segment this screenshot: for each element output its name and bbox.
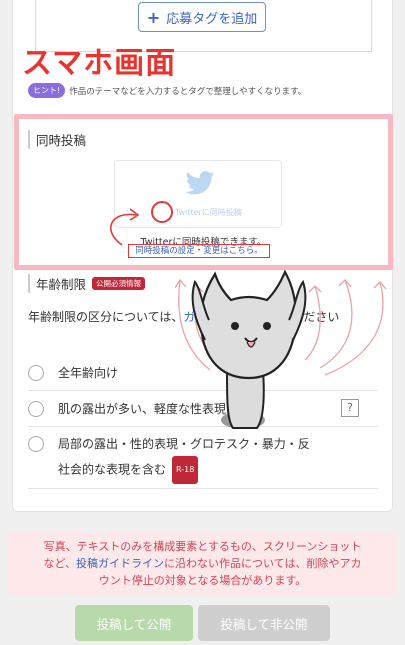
age-label-row: 年齢制限 公開必須情報	[28, 274, 146, 293]
required-badge: 公開必須情報	[92, 277, 146, 290]
twitter-bird-icon	[185, 171, 215, 195]
warning-line-1: 写真、テキストのみを構成要素とするもの、スクリーンショット	[43, 540, 362, 553]
twitter-post-label: Twitterに同時投稿	[175, 208, 242, 217]
radio-label: 全年齢向け	[58, 366, 119, 380]
checkbox-circle-annotation	[151, 201, 173, 223]
radio-label-line2: 社会的な表現を含む R-18	[58, 456, 310, 484]
cat-illustration	[175, 269, 387, 429]
simul-post-settings-link[interactable]: 同時投稿の設定・変更はこちら。	[128, 244, 270, 258]
radio-button[interactable]	[28, 400, 44, 417]
hint-text: 作品のテーマなどを入力するとタグで整理しやすくなります。	[69, 86, 307, 97]
radio-button[interactable]	[28, 436, 44, 452]
warning-text: など、	[43, 557, 76, 570]
simul-post-label: 同時投稿	[28, 130, 86, 149]
publish-button[interactable]: 投稿して公開	[75, 605, 193, 641]
age-restriction-label: 年齢制限	[28, 274, 86, 293]
warning-line-3: ウント停止の対象となる場合があります。	[98, 574, 307, 587]
r18-badge: R-18	[172, 456, 199, 484]
hint-row: ヒント! 作品のテーマなどを入力するとタグで整理しやすくなります。	[28, 83, 306, 98]
hint-badge: ヒント!	[28, 83, 66, 98]
plus-icon: +	[146, 7, 161, 27]
age-desc-prefix: 年齢制限の区分については、	[28, 310, 184, 324]
radio-option-all-ages[interactable]: 全年齢向け	[28, 364, 118, 381]
guideline-warning: 写真、テキストのみを構成要素とするもの、スクリーンショット など、投稿ガイドライ…	[8, 532, 397, 596]
warning-line-2: など、投稿ガイドラインに沿わない作品については、削除やアカ	[8, 555, 397, 572]
post-private-button[interactable]: 投稿して非公開	[198, 605, 330, 641]
radio-option-r18[interactable]: 局部の露出・性的表現・グロテスク・暴力・反 社会的な表現を含む R-18	[28, 436, 310, 484]
posting-guideline-link[interactable]: 投稿ガイドライン	[76, 557, 164, 570]
add-tag-label: 応募タグを追加	[166, 11, 258, 27]
overlay-title: スマホ画面	[22, 46, 177, 81]
divider	[28, 488, 378, 489]
warning-text: に沿わない作品については、削除やアカ	[164, 557, 362, 570]
radio-label-text: 社会的な表現を含む	[58, 462, 167, 477]
radio-button[interactable]	[28, 364, 44, 381]
add-tag-button[interactable]: + 応募タグを追加	[138, 2, 266, 32]
